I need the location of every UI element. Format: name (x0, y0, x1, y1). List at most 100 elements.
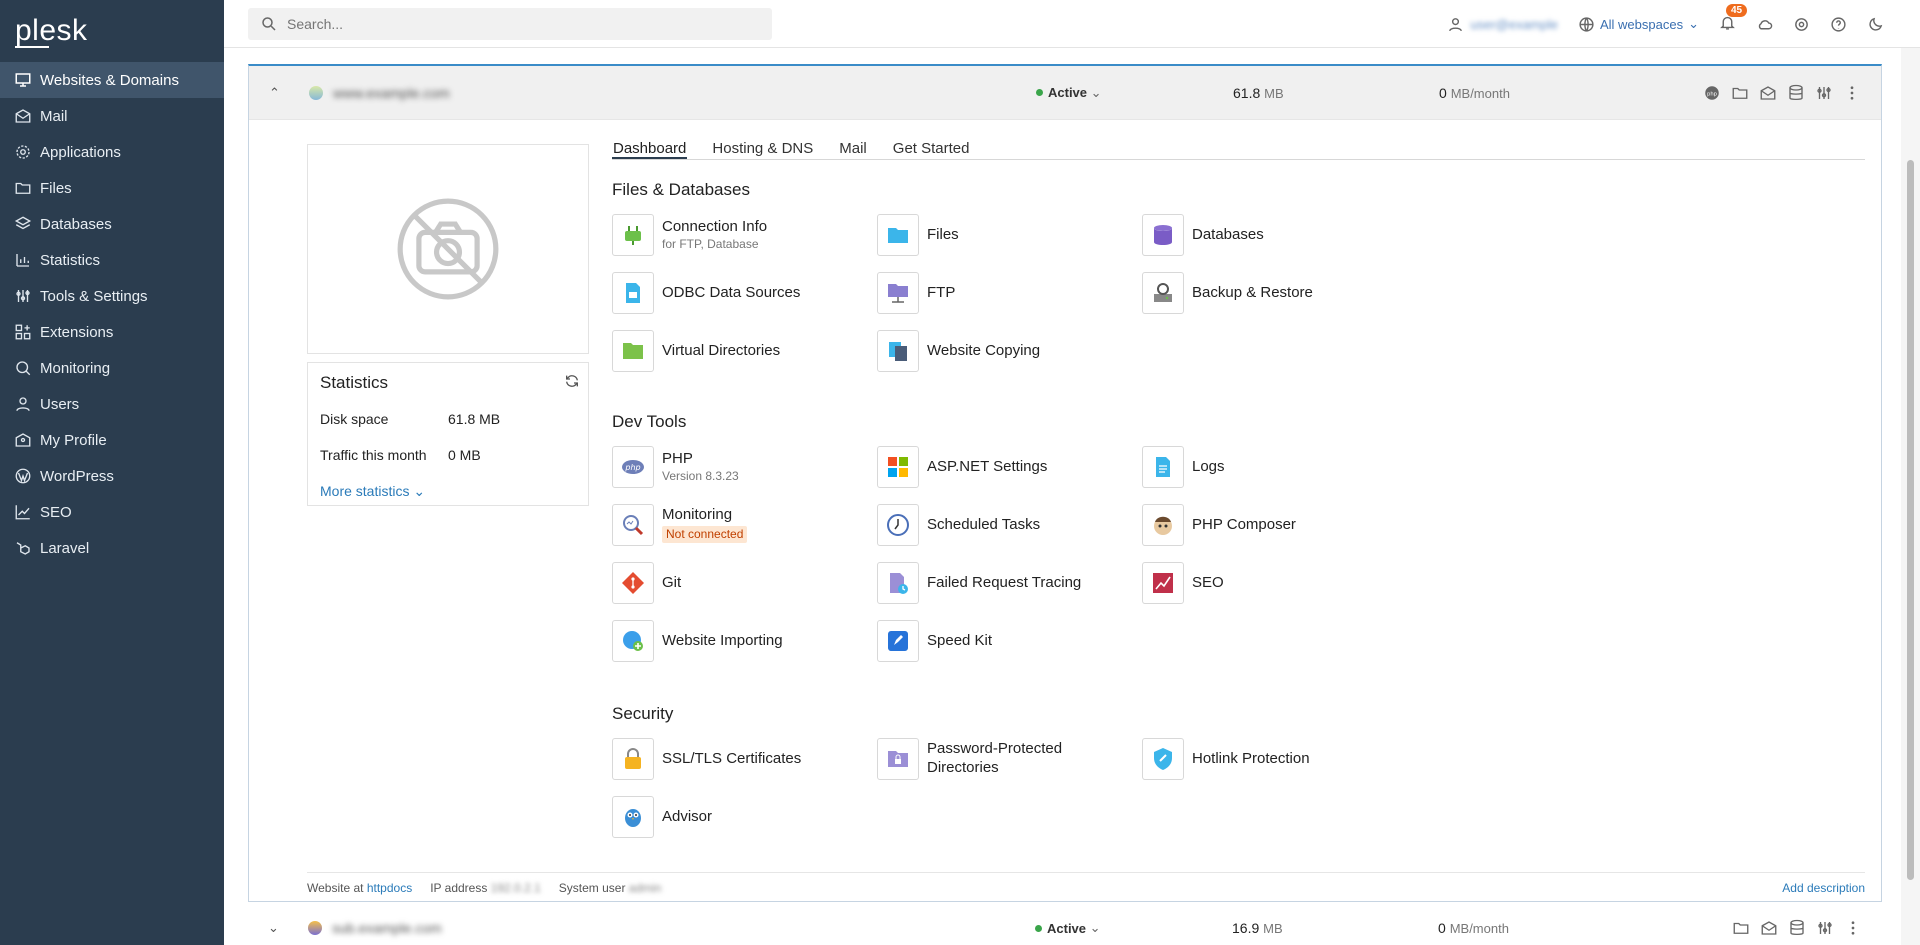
chevron-down-icon[interactable]: ⌄ (268, 920, 279, 936)
folder-icon[interactable] (1731, 84, 1749, 102)
folder-icon[interactable] (1732, 919, 1750, 937)
sidebar-item-applications[interactable]: Applications (0, 134, 224, 170)
domain-name-link[interactable]: sub.example.com (332, 920, 442, 936)
disk-usage: 61.8 MB (1233, 85, 1284, 101)
dark-mode-icon[interactable] (1867, 16, 1884, 33)
tool-label: SEO (1192, 573, 1224, 591)
scrollbar-thumb[interactable] (1907, 160, 1914, 880)
domain-card-header[interactable]: ⌃ www.example.com Active ⌄ 61.8 MB 0 MB/… (249, 66, 1881, 120)
tab-get-started[interactable]: Get Started (892, 140, 971, 159)
files-tool[interactable]: Files (877, 214, 1132, 256)
sidebar-item-tools-settings[interactable]: Tools & Settings (0, 278, 224, 314)
password-protected-dirs-tool[interactable]: Password-Protected Directories (877, 738, 1132, 780)
mail-icon[interactable] (1760, 919, 1778, 937)
sidebar-item-mail[interactable]: Mail (0, 98, 224, 134)
cloud-icon[interactable] (1756, 16, 1773, 33)
chevron-up-icon[interactable]: ⌃ (269, 85, 280, 101)
logs-tool[interactable]: Logs (1142, 446, 1397, 488)
notifications-button[interactable]: 45 (1719, 4, 1748, 34)
sidebar-item-databases[interactable]: Databases (0, 206, 224, 242)
mail-icon[interactable] (1759, 84, 1777, 102)
ip-label: IP address (430, 880, 488, 895)
connection-info-tool[interactable]: Connection Info for FTP, Database (612, 214, 867, 256)
odbc-tool[interactable]: ODBC Data Sources (612, 272, 867, 314)
backup-restore-tool[interactable]: Backup & Restore (1142, 272, 1397, 314)
advisor-tool[interactable]: Advisor (612, 796, 867, 838)
search-box[interactable] (248, 8, 772, 40)
php-tool[interactable]: php PHP Version 8.3.23 (612, 446, 867, 488)
website-preview[interactable] (307, 144, 589, 354)
tool-label: Databases (1192, 225, 1264, 243)
folder-green-icon (623, 343, 643, 359)
webspaces-selector[interactable]: All webspaces ⌄ (1578, 16, 1699, 33)
tool-label: Website Copying (927, 341, 1041, 359)
extensions-icon[interactable] (1793, 16, 1810, 33)
favicon-icon (309, 85, 323, 100)
php-icon[interactable]: php (1703, 84, 1721, 102)
speed-kit-tool[interactable]: Speed Kit (877, 620, 1132, 662)
status-dropdown[interactable]: Active ⌄ (1035, 920, 1101, 936)
add-description-link[interactable]: Add description (1782, 881, 1865, 895)
sidebar-item-monitoring[interactable]: Monitoring (0, 350, 224, 386)
page-scrollbar[interactable] (1901, 48, 1920, 945)
git-tool[interactable]: Git (612, 562, 867, 604)
domain-card: ⌃ www.example.com Active ⌄ 61.8 MB 0 MB/… (248, 64, 1882, 902)
globe-icon (1579, 16, 1594, 32)
tool-label: Password-Protected Directories (927, 740, 1063, 776)
website-copying-tool[interactable]: Website Copying (877, 330, 1132, 372)
sliders-icon[interactable] (1816, 919, 1834, 937)
more-statistics-link[interactable]: More statistics ⌄ (320, 483, 425, 500)
domain-name-link[interactable]: www.example.com (333, 85, 450, 101)
domain-card-collapsed[interactable]: ⌄ sub.example.com Active ⌄ 16.9 MB 0 MB/… (248, 908, 1882, 945)
httpdocs-link[interactable]: httpdocs (367, 881, 412, 895)
sidebar-item-seo[interactable]: SEO (0, 494, 224, 530)
sidebar-item-label: Monitoring (40, 359, 111, 377)
sidebar-item-websites-domains[interactable]: Websites & Domains (0, 62, 224, 98)
sidebar-item-users[interactable]: Users (0, 386, 224, 422)
statistics-panel: Statistics Disk space 61.8 MB Traffic thi… (307, 362, 589, 506)
sidebar-item-wordpress[interactable]: WordPress (0, 458, 224, 494)
aspnet-tool[interactable]: ASP.NET Settings (877, 446, 1132, 488)
windows-icon (888, 457, 908, 477)
folder-icon (15, 182, 31, 194)
scheduled-tasks-tool[interactable]: Scheduled Tasks (877, 504, 1132, 546)
clock-icon (887, 514, 909, 536)
traffic-label: Traffic this month (320, 447, 427, 463)
tab-dashboard[interactable]: Dashboard (612, 140, 688, 159)
folder-blue-icon (888, 228, 908, 243)
sidebar-item-laravel[interactable]: Laravel (0, 530, 224, 566)
sidebar-item-label: WordPress (40, 467, 114, 485)
sidebar-item-extensions[interactable]: Extensions (0, 314, 224, 350)
sidebar-item-files[interactable]: Files (0, 170, 224, 206)
more-vertical-icon[interactable] (1843, 84, 1861, 102)
disk-space-value: 61.8 MB (448, 411, 501, 427)
log-file-icon (1156, 457, 1170, 477)
sidebar-item-my-profile[interactable]: My Profile (0, 422, 224, 458)
databases-tool[interactable]: Databases (1142, 214, 1397, 256)
sidebar-item-statistics[interactable]: Statistics (0, 242, 224, 278)
plesk-logo[interactable]: plesk (0, 0, 224, 62)
database-icon[interactable] (1788, 919, 1806, 937)
php-composer-tool[interactable]: PHP Composer (1142, 504, 1397, 546)
ssl-tls-tool[interactable]: SSL/TLS Certificates (612, 738, 867, 780)
search-input[interactable] (287, 16, 747, 32)
refresh-icon[interactable] (564, 373, 580, 389)
tab-mail[interactable]: Mail (838, 140, 868, 159)
hotlink-protection-tool[interactable]: Hotlink Protection (1142, 738, 1397, 780)
disk-space-row: Disk space 61.8 MB (320, 401, 576, 437)
status-dropdown[interactable]: Active ⌄ (1036, 85, 1102, 101)
seo-tool[interactable]: SEO (1142, 562, 1397, 604)
tab-hosting-dns[interactable]: Hosting & DNS (711, 140, 814, 159)
virtual-directories-tool[interactable]: Virtual Directories (612, 330, 867, 372)
disk-usage: 16.9 MB (1232, 920, 1283, 936)
failed-request-tracing-tool[interactable]: Failed Request Tracing (877, 562, 1132, 604)
more-vertical-icon[interactable] (1844, 919, 1862, 937)
monitoring-tool[interactable]: Monitoring Not connected (612, 504, 867, 546)
sliders-icon[interactable] (1815, 84, 1833, 102)
website-importing-tool[interactable]: Website Importing (612, 620, 867, 662)
help-icon[interactable] (1830, 16, 1847, 33)
user-menu[interactable]: user@example (1447, 16, 1558, 33)
chevron-down-icon: ⌄ (1688, 16, 1699, 31)
ftp-tool[interactable]: FTP (877, 272, 1132, 314)
database-icon[interactable] (1787, 84, 1805, 102)
